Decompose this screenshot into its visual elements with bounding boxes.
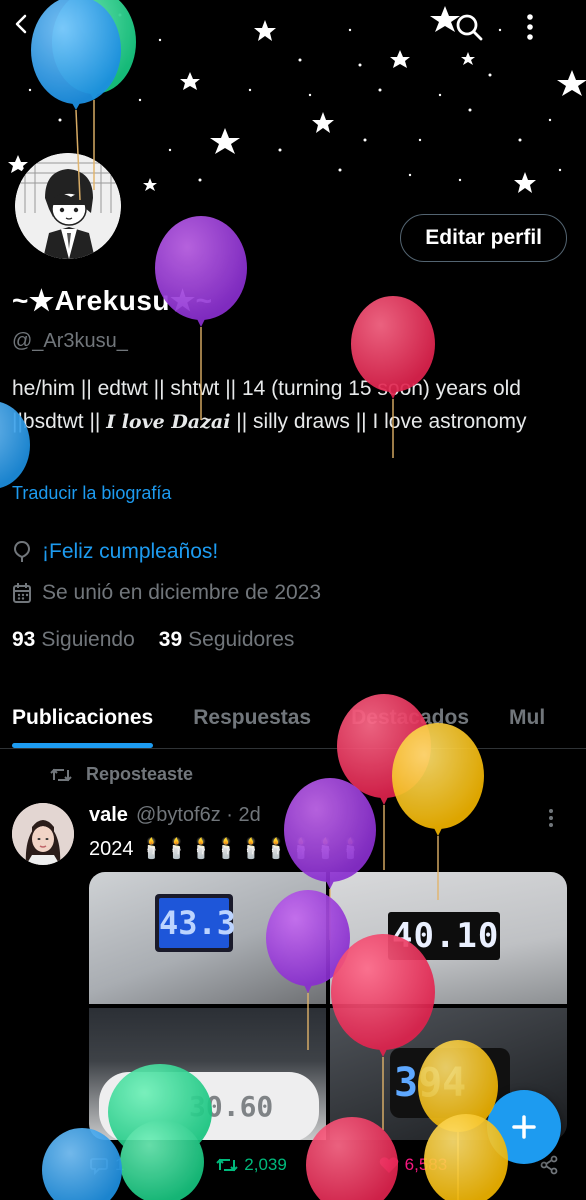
tab-label: Destacados bbox=[351, 706, 469, 729]
followers-label: Seguidores bbox=[188, 628, 295, 651]
bio-styled-text: I love Dazai bbox=[106, 411, 231, 433]
reply-count: 1 bbox=[115, 1155, 125, 1174]
tab-posts[interactable]: Publicaciones bbox=[0, 688, 165, 748]
joined-date: Se unió en diciembre de 2023 bbox=[42, 581, 322, 604]
like-count: 6,583 bbox=[404, 1155, 448, 1174]
media-photo-thermometer[interactable]: 43.3 bbox=[89, 872, 326, 1004]
device-readout: 30.60 bbox=[189, 1090, 274, 1123]
tab-replies[interactable]: Respuestas bbox=[181, 688, 323, 748]
heart-icon bbox=[379, 1157, 398, 1173]
profile-handle: @_Ar3kusu_ bbox=[12, 330, 128, 352]
back-button[interactable] bbox=[10, 12, 50, 52]
search-icon bbox=[456, 14, 483, 41]
thermometer-readout: 43.3 bbox=[159, 898, 236, 948]
following-label: Siguiendo bbox=[41, 628, 135, 651]
tab-label: Mul bbox=[509, 706, 546, 729]
bio-text-part2: || silly draws || I love astronomy bbox=[230, 410, 527, 433]
post-header: vale @bytof6z · 2d bbox=[89, 804, 261, 827]
media-photo-scale[interactable]: 40.10 bbox=[330, 872, 567, 1004]
avatar-illustration bbox=[15, 153, 121, 259]
more-options-button[interactable] bbox=[525, 12, 565, 52]
profile-bio: he/him || edtwt || shtwt || 14 (turning … bbox=[12, 372, 572, 439]
translate-bio-link[interactable]: Traducir la biografía bbox=[12, 483, 171, 504]
profile-tabs: Publicaciones Respuestas Destacados Mul bbox=[0, 688, 586, 749]
followers-link[interactable]: 39 Seguidores bbox=[159, 628, 295, 652]
repost-button[interactable]: 2,039 bbox=[216, 1155, 287, 1175]
post-more-button[interactable] bbox=[546, 806, 556, 835]
repost-icon bbox=[216, 1158, 238, 1172]
follow-stats: 93 Siguiendo 39 Seguidores bbox=[12, 628, 294, 652]
joined-row: Se unió en diciembre de 2023 bbox=[12, 581, 321, 605]
reply-icon bbox=[90, 1158, 108, 1175]
post-media-grid: 43.3 40.10 30.60 394 bbox=[89, 872, 567, 1140]
more-vertical-icon bbox=[527, 14, 533, 40]
post-author-avatar[interactable] bbox=[12, 803, 74, 865]
tab-label: Respuestas bbox=[193, 706, 312, 729]
scale-readout: 40.10 bbox=[392, 916, 500, 956]
following-count: 93 bbox=[12, 628, 36, 651]
tab-highlights[interactable]: Destacados bbox=[339, 688, 481, 748]
plus-icon bbox=[512, 1115, 536, 1139]
back-arrow-icon bbox=[15, 14, 27, 34]
tab-label: Publicaciones bbox=[12, 706, 154, 729]
author-photo bbox=[12, 803, 74, 865]
profile-display-name: ~★Arekusu★~ bbox=[12, 285, 213, 316]
post-text: 2024 🕯️🕯️🕯️🕯️🕯️🕯️🕯️🕯️🕯️ bbox=[89, 838, 364, 860]
birthday-row: ¡Feliz cumpleaños! bbox=[12, 540, 218, 564]
repost-count: 2,039 bbox=[244, 1155, 287, 1174]
search-button[interactable] bbox=[454, 12, 494, 52]
compose-post-button[interactable] bbox=[487, 1090, 561, 1164]
post-actions: 1 2,039 6,583 bbox=[89, 1155, 559, 1175]
profile-avatar[interactable] bbox=[10, 148, 126, 264]
followers-count: 39 bbox=[158, 628, 183, 651]
media-photo-device[interactable]: 30.60 bbox=[89, 1008, 326, 1140]
display-readout: 394 bbox=[394, 1060, 467, 1106]
repost-indicator: Reposteaste bbox=[50, 764, 193, 785]
tab-media[interactable]: Mul bbox=[497, 688, 557, 748]
more-vertical-icon bbox=[549, 809, 553, 827]
edit-profile-button[interactable]: Editar perfil bbox=[400, 214, 567, 262]
repost-label: Reposteaste bbox=[86, 764, 194, 784]
balloon-location-icon bbox=[13, 540, 31, 562]
birthday-link[interactable]: ¡Feliz cumpleaños! bbox=[42, 540, 218, 564]
calendar-icon bbox=[13, 583, 31, 603]
like-button[interactable]: 6,583 bbox=[379, 1155, 448, 1175]
active-tab-indicator bbox=[12, 743, 154, 748]
reply-button[interactable]: 1 bbox=[89, 1155, 124, 1175]
post-author-handle[interactable]: @bytof6z · 2d bbox=[136, 804, 261, 827]
repost-icon bbox=[50, 768, 72, 781]
following-link[interactable]: 93 Siguiendo bbox=[12, 628, 135, 652]
post-author-name[interactable]: vale bbox=[89, 804, 128, 827]
